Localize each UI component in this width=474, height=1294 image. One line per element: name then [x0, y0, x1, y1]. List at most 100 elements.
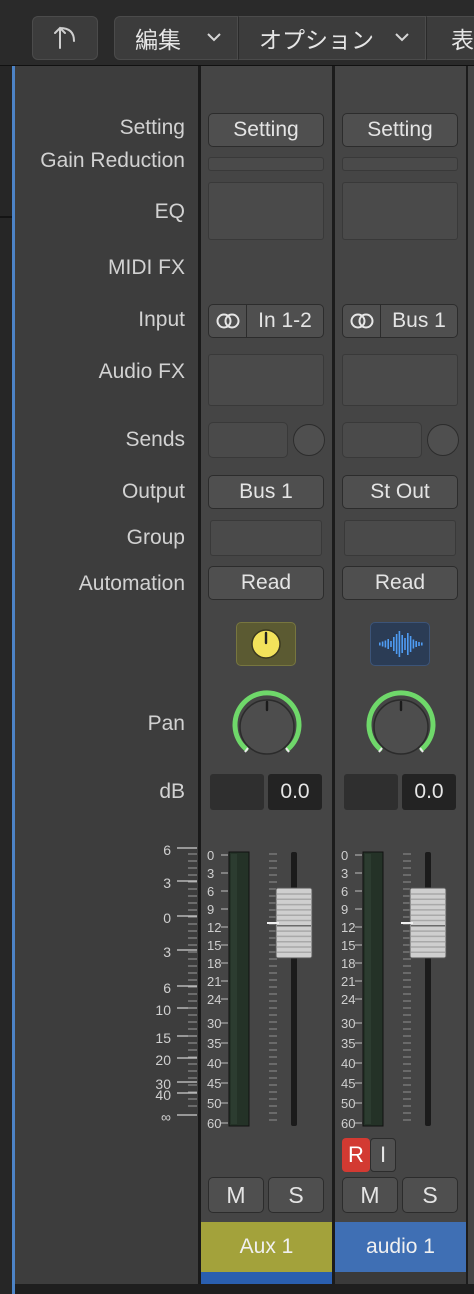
label-midi-fx: MIDI FX	[108, 256, 185, 279]
send-slot[interactable]	[208, 422, 288, 458]
fader-scale-label: 0	[163, 910, 171, 926]
meter-scale-label: 3	[207, 866, 214, 881]
track-color-bar	[335, 1272, 466, 1284]
meter-scale-label: 18	[341, 956, 355, 971]
mute-button[interactable]: M	[208, 1177, 264, 1213]
mute-button[interactable]: M	[342, 1177, 398, 1213]
meter-scale-label: 24	[341, 992, 355, 1007]
fader-scale-label: 15	[155, 1030, 171, 1046]
label-pan: Pan	[147, 712, 185, 735]
meter-scale-label: 3	[341, 866, 348, 881]
input-selector[interactable]: In 1-2	[208, 304, 324, 338]
track-name-aux-1[interactable]: Aux 1	[201, 1222, 332, 1272]
fader-scale-label: 10	[155, 1002, 171, 1018]
audio-fx-slot[interactable]	[208, 354, 324, 406]
group-slot[interactable]	[210, 520, 322, 556]
label-output: Output	[121, 480, 185, 503]
waveform-icon	[379, 631, 423, 657]
gain-reduction-meter	[342, 157, 458, 171]
label-sends: Sends	[125, 428, 185, 451]
input-monitor-button[interactable]: I	[370, 1138, 396, 1172]
solo-button[interactable]: S	[268, 1177, 324, 1213]
view-menu[interactable]: 表	[426, 16, 474, 60]
stereo-link-icon	[209, 305, 247, 337]
options-menu[interactable]: オプション	[238, 16, 426, 60]
input-selector[interactable]: Bus 1	[342, 304, 458, 338]
fader-handle	[275, 887, 313, 959]
send-slot[interactable]	[342, 422, 422, 458]
meter-scale-label: 0	[207, 848, 214, 863]
meter-scale-label: 50	[341, 1096, 355, 1111]
back-button[interactable]	[32, 16, 98, 60]
meter-scale-label: 15	[341, 938, 355, 953]
peak-indicator	[210, 774, 264, 810]
input-label: In 1-2	[258, 309, 312, 332]
volume-fader[interactable]: 0 3 6 9 12 15 18 21 24 30 35 40 45 50 60	[201, 840, 332, 1140]
track-icon-tile[interactable]	[236, 622, 296, 666]
up-arrow-return-icon	[54, 26, 75, 49]
fader-scale-label: 6	[163, 842, 171, 858]
group-slot[interactable]	[344, 520, 456, 556]
fader-scale-label: 40	[155, 1087, 171, 1103]
label-eq: EQ	[154, 200, 185, 223]
meter-scale-label: 35	[207, 1036, 221, 1051]
view-menu-label: 表	[451, 27, 474, 53]
audio-fx-slot[interactable]	[342, 354, 458, 406]
fader-handle	[409, 887, 447, 959]
fader-scale-label: 20	[155, 1052, 171, 1068]
eq-slot[interactable]	[208, 182, 324, 240]
label-group: Group	[126, 526, 185, 549]
channel-strip-partial	[468, 66, 474, 1284]
options-menu-label: オプション	[259, 27, 374, 53]
fader-scale-label: 6	[163, 980, 171, 996]
edit-menu-label: 編集	[135, 27, 181, 53]
meter-scale-label: 40	[341, 1056, 355, 1071]
bottom-border	[15, 1284, 474, 1294]
volume-db-value[interactable]: 0.0	[402, 774, 456, 810]
meter-scale-label: 24	[207, 992, 221, 1007]
fader-scale-label: 3	[163, 875, 171, 891]
meter-scale-label: 45	[207, 1076, 221, 1091]
label-automation: Automation	[78, 572, 185, 595]
meter-scale-label: 9	[341, 902, 348, 917]
meter-scale-label: 21	[207, 974, 221, 989]
label-db: dB	[159, 780, 185, 803]
track-color-bar	[201, 1272, 332, 1284]
meter-scale-label: 60	[207, 1116, 221, 1131]
meter-scale-label: 50	[207, 1096, 221, 1111]
setting-button[interactable]: Setting	[208, 113, 324, 147]
send-level-knob[interactable]	[427, 424, 459, 456]
meter-scale-label: 0	[341, 848, 348, 863]
stereo-link-icon	[343, 305, 381, 337]
meter-scale-label: 15	[207, 938, 221, 953]
send-level-knob[interactable]	[293, 424, 325, 456]
aux-knob-icon	[251, 629, 281, 659]
toolbar: 編集 オプション 表	[0, 0, 474, 66]
volume-db-value[interactable]: 0.0	[268, 774, 322, 810]
input-label: Bus 1	[392, 309, 446, 332]
left-edge	[0, 66, 12, 1294]
meter-scale-label: 30	[207, 1016, 221, 1031]
setting-button[interactable]: Setting	[342, 113, 458, 147]
output-selector[interactable]: Bus 1	[208, 475, 324, 509]
pan-knob[interactable]	[230, 690, 304, 764]
output-selector[interactable]: St Out	[342, 475, 458, 509]
meter-scale-label: 12	[207, 920, 221, 935]
volume-fader[interactable]: 0 3 6 9 12 15 18 21 24 30 35 40 45 50 60	[335, 840, 466, 1140]
pan-knob[interactable]	[364, 690, 438, 764]
automation-mode[interactable]: Read	[208, 566, 324, 600]
record-enable-button[interactable]: R	[342, 1138, 370, 1172]
meter-scale-label: 35	[341, 1036, 355, 1051]
meter-scale-label: 6	[341, 884, 348, 899]
fader-scale-label: ∞	[161, 1109, 171, 1125]
automation-mode[interactable]: Read	[342, 566, 458, 600]
track-icon-tile[interactable]	[370, 622, 430, 666]
meter-scale-label: 18	[207, 956, 221, 971]
eq-slot[interactable]	[342, 182, 458, 240]
chevron-down-icon	[207, 33, 221, 42]
label-input: Input	[138, 308, 185, 331]
solo-button[interactable]: S	[402, 1177, 458, 1213]
track-name-audio-1[interactable]: audio 1	[335, 1222, 466, 1272]
edit-menu[interactable]: 編集	[114, 16, 238, 60]
meter-scale-label: 9	[207, 902, 214, 917]
